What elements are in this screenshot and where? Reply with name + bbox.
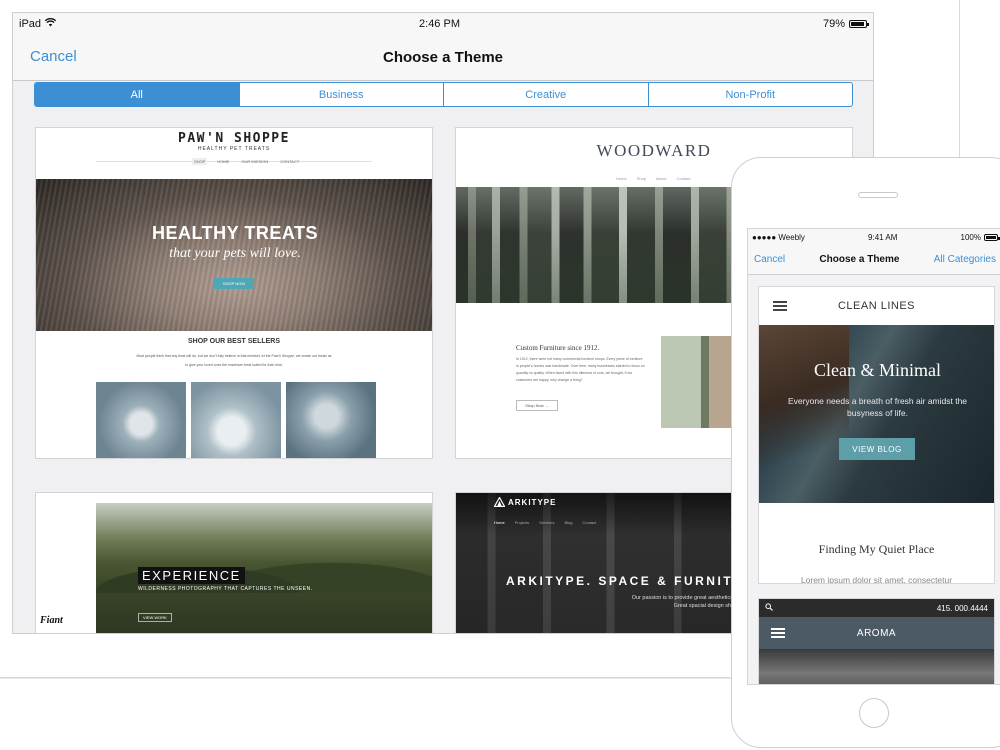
menu-icon: [771, 628, 785, 638]
theme-brand: PAW'N SHOPPE: [178, 131, 290, 146]
theme-section-title: Finding My Quiet Place: [818, 542, 935, 556]
theme-hero-image: [759, 649, 994, 684]
phone-nav-bar: Cancel Choose a Theme All Categories: [748, 245, 1000, 275]
battery-icon: [984, 233, 1000, 241]
all-categories-button[interactable]: All Categories: [934, 254, 996, 265]
theme-tagline: HEALTHY PET TREATS: [197, 146, 271, 152]
search-icon: [765, 603, 773, 613]
theme-section-text: In 1912, there were not many commercial …: [516, 357, 645, 382]
theme-hero-button: SHOP NOW: [214, 278, 254, 289]
theme-mini-menu: Home Shop About Contact: [616, 176, 691, 181]
theme-brand: ARKITYPE: [508, 498, 557, 507]
theme-hero-title: Clean & Minimal: [814, 360, 941, 380]
tablet-bottom-edge: [0, 678, 731, 679]
theme-hero-subtitle: Everyone needs a breath of fresh air ami…: [787, 396, 968, 418]
category-segmented-control: All Business Creative Non-Profit: [34, 82, 853, 107]
battery-percent: 100%: [960, 232, 981, 242]
theme-header: CLEAN LINES: [759, 287, 994, 325]
theme-card-pawn-shoppe[interactable]: PAW'N SHOPPE HEALTHY PET TREATS SHOP HOME…: [35, 127, 433, 459]
menu-icon: [773, 301, 787, 311]
product-thumbnail: [191, 382, 281, 458]
theme-hero-subtitle: that your pets will love.: [169, 246, 301, 261]
status-time: 9:41 AM: [868, 232, 898, 242]
theme-hero-subtitle: WILDERNESS PHOTOGRAPHY THAT CAPTURES THE…: [138, 586, 313, 592]
theme-mini-menu: Home Projects Services Blog Contact: [494, 520, 597, 525]
device-name: iPad: [19, 18, 42, 30]
theme-section-title: Custom Furniture since 1912.: [516, 344, 600, 352]
theme-section-text: Lorem ipsum dolor sit amet, consectetur: [800, 575, 953, 584]
theme-section-text: Most people think that any treat will do…: [136, 354, 332, 367]
page-title: Choose a Theme: [382, 49, 504, 66]
arkitype-logo-icon: [493, 496, 506, 510]
product-thumbnail: [286, 382, 376, 458]
theme-hero-title: ARKITYPE. SPACE & FURNITURE: [506, 574, 766, 588]
theme-hero-title: HEALTHY TREATS: [151, 223, 318, 243]
theme-shop-button: Shop Now →: [516, 400, 558, 411]
tablet-nav-bar: Cancel Choose a Theme: [13, 35, 873, 81]
theme-section-title: SHOP OUR BEST SELLERS: [187, 338, 281, 345]
theme-card-experience[interactable]: EXPERIENCE WILDERNESS PHOTOGRAPHY THAT C…: [35, 492, 433, 633]
phone-frame: ●●●●● Weebly 9:41 AM 100% Cancel Choose …: [731, 157, 1000, 748]
product-thumbnail: [96, 382, 186, 458]
carrier: ●●●●● Weebly: [752, 232, 805, 242]
page-title: Choose a Theme: [819, 254, 900, 265]
cancel-button[interactable]: Cancel: [754, 254, 785, 265]
theme-hero-image: HEALTHY TREATS that your pets will love.…: [36, 179, 432, 331]
cancel-button[interactable]: Cancel: [30, 48, 77, 65]
wifi-icon: [44, 18, 57, 30]
theme-top-bar: 415. 000.4444: [759, 599, 994, 617]
battery-icon: [849, 20, 869, 28]
theme-hero-title: EXPERIENCE: [138, 567, 245, 584]
theme-hero-image: Clean & Minimal Everyone needs a breath …: [759, 325, 994, 503]
stage: iPad 2:46 PM 79% Cancel Choose a Theme A…: [0, 0, 1000, 750]
tab-all[interactable]: All: [35, 83, 240, 106]
tablet-status-bar: iPad 2:46 PM 79%: [13, 13, 873, 35]
theme-header: AROMA: [759, 617, 994, 649]
home-button[interactable]: [859, 698, 889, 728]
tab-business[interactable]: Business: [240, 83, 444, 106]
phone-screen: ●●●●● Weebly 9:41 AM 100% Cancel Choose …: [747, 228, 1000, 685]
theme-mini-menu: SHOP HOME OUR MISSION CONTACT: [192, 158, 300, 165]
phone-speaker: [858, 192, 898, 198]
theme-logo: Fiant: [40, 615, 63, 626]
theme-brand: CLEAN LINES: [837, 300, 916, 312]
theme-card-clean-lines[interactable]: CLEAN LINES Clean & Minimal Everyone nee…: [758, 286, 995, 584]
theme-brand: AROMA: [856, 627, 897, 639]
phone-status-bar: ●●●●● Weebly 9:41 AM 100%: [748, 229, 1000, 245]
theme-hero-button: VIEW BLOG: [839, 438, 915, 460]
battery-percent: 79%: [822, 18, 845, 30]
status-time: 2:46 PM: [419, 18, 460, 30]
tab-creative[interactable]: Creative: [444, 83, 649, 106]
theme-card-aroma[interactable]: 415. 000.4444 AROMA: [758, 598, 995, 684]
tab-non-profit[interactable]: Non-Profit: [649, 83, 853, 106]
theme-phone-number: 415. 000.4444: [936, 603, 988, 613]
theme-hero-button: VIEW WORK: [138, 613, 172, 622]
